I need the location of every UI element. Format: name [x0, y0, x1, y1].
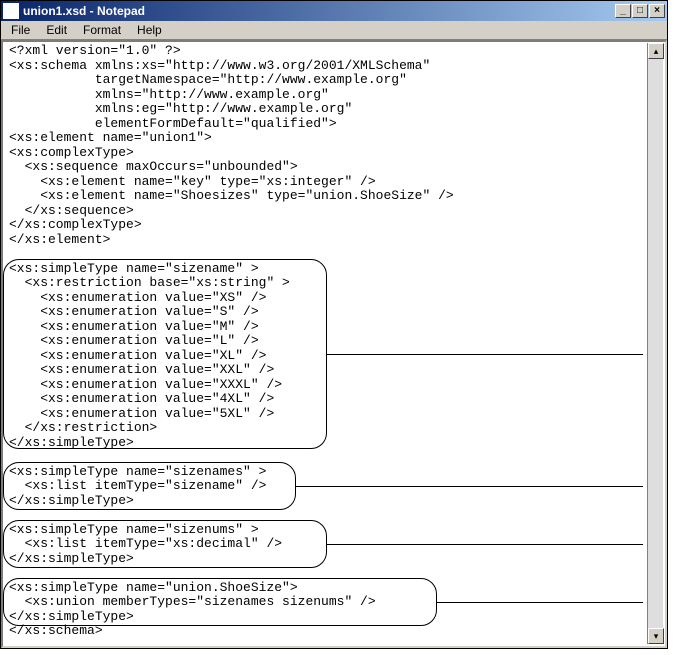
maximize-button[interactable]: □ — [632, 4, 648, 18]
scroll-up-button[interactable]: ▴ — [648, 43, 664, 59]
close-button[interactable]: × — [649, 4, 665, 18]
window-title: union1.xsd - Notepad — [23, 4, 615, 18]
notepad-window: union1.xsd - Notepad _ □ × File Edit For… — [0, 0, 668, 649]
menubar: File Edit Format Help — [1, 21, 667, 40]
menu-help[interactable]: Help — [131, 22, 168, 38]
menu-format[interactable]: Format — [77, 22, 127, 38]
app-icon — [3, 3, 19, 19]
titlebar: union1.xsd - Notepad _ □ × — [1, 1, 667, 21]
minimize-button[interactable]: _ — [615, 4, 631, 18]
editor-text[interactable]: <?xml version="1.0" ?> <xs:schema xmlns:… — [9, 44, 659, 639]
scroll-down-button[interactable]: ▾ — [648, 628, 664, 644]
vertical-scrollbar[interactable]: ▴ ▾ — [647, 43, 663, 644]
menu-file[interactable]: File — [5, 22, 36, 38]
editor-area[interactable]: <?xml version="1.0" ?> <xs:schema xmlns:… — [1, 40, 667, 648]
menu-edit[interactable]: Edit — [40, 22, 73, 38]
window-controls: _ □ × — [615, 4, 665, 18]
